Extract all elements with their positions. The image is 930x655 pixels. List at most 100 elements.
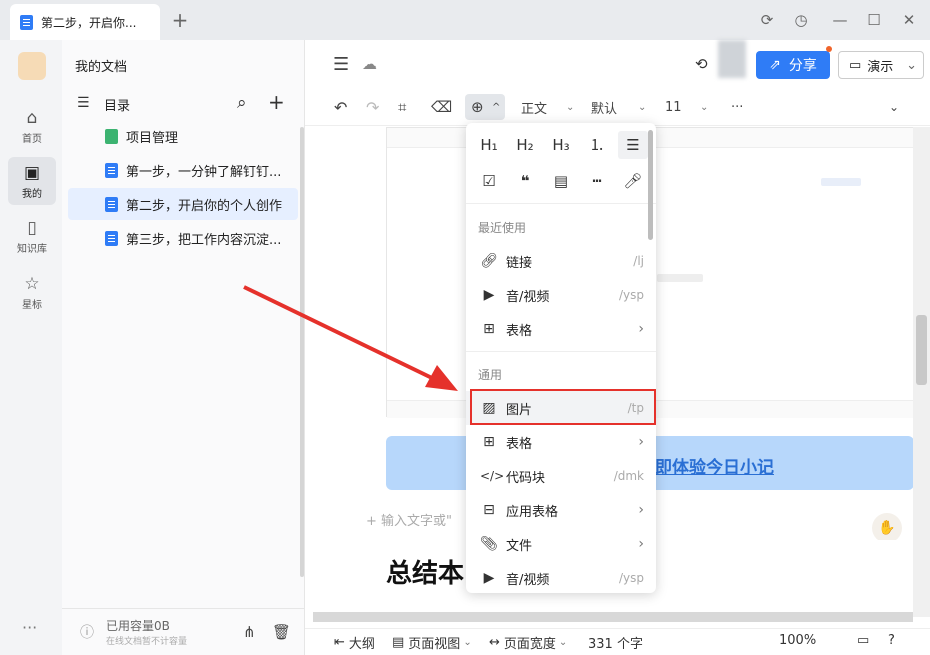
tab-title: 第二步，开启你... bbox=[41, 15, 137, 30]
sync-status-icon[interactable]: ⟲ bbox=[695, 55, 708, 73]
menu-item-link[interactable]: 🔗︎ 链接 /lj bbox=[466, 244, 656, 278]
collapse-toolbar-icon[interactable]: ⌄ bbox=[889, 95, 899, 119]
zoom-level[interactable]: 100% bbox=[779, 633, 816, 648]
tree-item-step1[interactable]: 第一步，一分钟了解钉钉... bbox=[68, 154, 298, 186]
scrollbar-thumb[interactable] bbox=[916, 315, 927, 385]
outline-icon: ⇤ bbox=[334, 635, 345, 650]
nav-home[interactable]: ⌂ 首页 bbox=[8, 102, 56, 150]
menu-scrollbar[interactable] bbox=[648, 130, 653, 240]
more-tools-button[interactable]: ··· bbox=[731, 95, 743, 119]
insert-menu: H₁ H₂ H₃ ⒈ ☰ ☑ ❝ ▤ ┅ 🎤︎ 最近使用 🔗︎ 链接 /lj ▶… bbox=[466, 123, 656, 593]
share-tree-icon[interactable]: ⋔ bbox=[243, 623, 256, 641]
menu-item-app-table[interactable]: ⊟ 应用表格 › bbox=[466, 493, 656, 527]
more-menu-button[interactable]: ··· bbox=[22, 618, 37, 637]
present-icon: ▭ bbox=[849, 57, 862, 73]
outline-button[interactable]: ⇤ 大纲 bbox=[334, 633, 375, 652]
font-select[interactable]: 默认 bbox=[591, 95, 617, 119]
media-icon: ▶ bbox=[483, 570, 495, 586]
tree-item-label: 第二步，开启你的个人创作 bbox=[126, 198, 283, 214]
assistant-icon[interactable]: ✋ bbox=[872, 513, 902, 543]
heading1-button[interactable]: H₁ bbox=[474, 131, 504, 159]
nav-starred[interactable]: ☆ 星标 bbox=[8, 268, 56, 316]
storage-label: 已用容量0B bbox=[106, 619, 170, 633]
tree-item-step3[interactable]: 第三步，把工作内容沉淀... bbox=[68, 222, 298, 254]
minimize-button[interactable]: — bbox=[830, 10, 850, 30]
close-button[interactable]: ✕ bbox=[899, 10, 919, 30]
menu-icon[interactable]: ☰ bbox=[333, 54, 349, 75]
page-width-icon: ↔ bbox=[489, 635, 500, 650]
checkbox-icon[interactable]: ☑ bbox=[474, 167, 504, 195]
menu-item-table[interactable]: ⊞ 表格 › bbox=[466, 425, 656, 459]
nav-knowledge-label: 知识库 bbox=[17, 244, 47, 255]
bullet-list-icon[interactable]: ☰ bbox=[618, 131, 648, 159]
table-icon: ⊞ bbox=[483, 434, 495, 450]
present-button[interactable]: ▭ 演示 ⌄ bbox=[838, 51, 924, 79]
eraser-icon[interactable]: ⌫ bbox=[431, 95, 452, 119]
microphone-icon[interactable]: 🎤︎ bbox=[618, 167, 648, 195]
embedded-tag bbox=[657, 274, 703, 282]
general-section-label: 通用 bbox=[478, 368, 503, 382]
chevron-down-icon: ⌄ bbox=[700, 101, 709, 113]
maximize-button[interactable]: ☐ bbox=[864, 10, 884, 30]
chevron-right-icon: › bbox=[638, 434, 644, 450]
nav-home-label: 首页 bbox=[22, 134, 42, 145]
nav-knowledge-base[interactable]: ▯ 知识库 bbox=[8, 212, 56, 260]
banner-link[interactable]: 即体验今日小记 bbox=[655, 453, 774, 478]
chevron-down-icon: ⌄ bbox=[463, 637, 472, 648]
share-label: 分享 bbox=[788, 58, 817, 74]
recent-section-label: 最近使用 bbox=[478, 221, 527, 235]
sheet-icon bbox=[105, 129, 118, 144]
chevron-up-icon: ^ bbox=[492, 101, 501, 113]
history-icon[interactable]: ◷ bbox=[791, 10, 811, 30]
menu-item-shortcut: /ysp bbox=[618, 288, 644, 302]
new-tab-button[interactable]: + bbox=[170, 10, 190, 30]
help-icon[interactable]: ? bbox=[888, 633, 895, 648]
chevron-right-icon: › bbox=[638, 536, 644, 552]
paragraph-style-select[interactable]: 正文 bbox=[521, 95, 547, 119]
avatar[interactable] bbox=[18, 52, 46, 80]
home-icon: ⌂ bbox=[26, 108, 38, 128]
nav-my-docs[interactable]: ▣ 我的 bbox=[8, 157, 56, 205]
star-icon: ☆ bbox=[24, 274, 40, 294]
avatar[interactable] bbox=[718, 40, 746, 78]
input-hint: + 输入文字或" bbox=[366, 514, 453, 529]
my-docs-icon: ▣ bbox=[23, 163, 41, 183]
toc-label: 目录 bbox=[104, 99, 131, 114]
redo-icon[interactable]: ↷ bbox=[366, 95, 379, 119]
menu-item-media[interactable]: ▶ 音/视频 /ysp bbox=[466, 278, 656, 312]
undo-icon[interactable]: ↶ bbox=[334, 95, 347, 119]
comment-icon[interactable]: ▭ bbox=[857, 633, 869, 648]
add-doc-button[interactable]: + bbox=[268, 90, 285, 114]
book-icon: ▯ bbox=[27, 218, 37, 238]
quote-icon[interactable]: ❝ bbox=[510, 167, 540, 195]
search-icon[interactable]: ⌕ bbox=[237, 93, 247, 113]
tree-item-project[interactable]: 项目管理 bbox=[68, 120, 298, 152]
section-heading: 总结本 bbox=[386, 559, 465, 589]
present-label: 演示 bbox=[867, 59, 894, 75]
document-tab[interactable]: 第二步，开启你... bbox=[10, 4, 160, 40]
tree-item-label: 第三步，把工作内容沉淀... bbox=[126, 232, 282, 248]
menu-item-media[interactable]: ▶ 音/视频 /ysp bbox=[466, 561, 656, 593]
font-size-select[interactable]: 11 bbox=[665, 95, 682, 119]
trash-icon[interactable]: 🗑︎ bbox=[272, 623, 291, 641]
horizontal-scrollbar[interactable] bbox=[313, 612, 913, 622]
page-view-button[interactable]: ▤ 页面视图 ⌄ bbox=[392, 633, 472, 652]
share-button[interactable]: ⇗ 分享 bbox=[756, 51, 830, 79]
tree-item-step2[interactable]: 第二步，开启你的个人创作 bbox=[68, 188, 298, 220]
menu-item-label: 链接 bbox=[506, 255, 533, 271]
info-icon: ⓘ bbox=[80, 625, 94, 641]
ordered-list-icon[interactable]: ⒈ bbox=[582, 131, 612, 159]
notification-dot bbox=[826, 46, 832, 52]
sync-icon[interactable]: ⟳ bbox=[757, 10, 777, 30]
sidebar-scrollbar[interactable] bbox=[300, 127, 304, 577]
highlight-block-icon[interactable]: ▤ bbox=[546, 167, 576, 195]
heading3-button[interactable]: H₃ bbox=[546, 131, 576, 159]
menu-item-code-block[interactable]: </> 代码块 /dmk bbox=[466, 459, 656, 493]
heading2-button[interactable]: H₂ bbox=[510, 131, 540, 159]
page-width-button[interactable]: ↔ 页面宽度 ⌄ bbox=[489, 633, 567, 652]
menu-item-table[interactable]: ⊞ 表格 › bbox=[466, 312, 656, 346]
divider-icon[interactable]: ┅ bbox=[582, 167, 612, 195]
chevron-right-icon: › bbox=[638, 321, 644, 337]
menu-item-file[interactable]: 📎︎ 文件 › bbox=[466, 527, 656, 561]
format-painter-icon[interactable]: ⌗ bbox=[398, 95, 406, 119]
